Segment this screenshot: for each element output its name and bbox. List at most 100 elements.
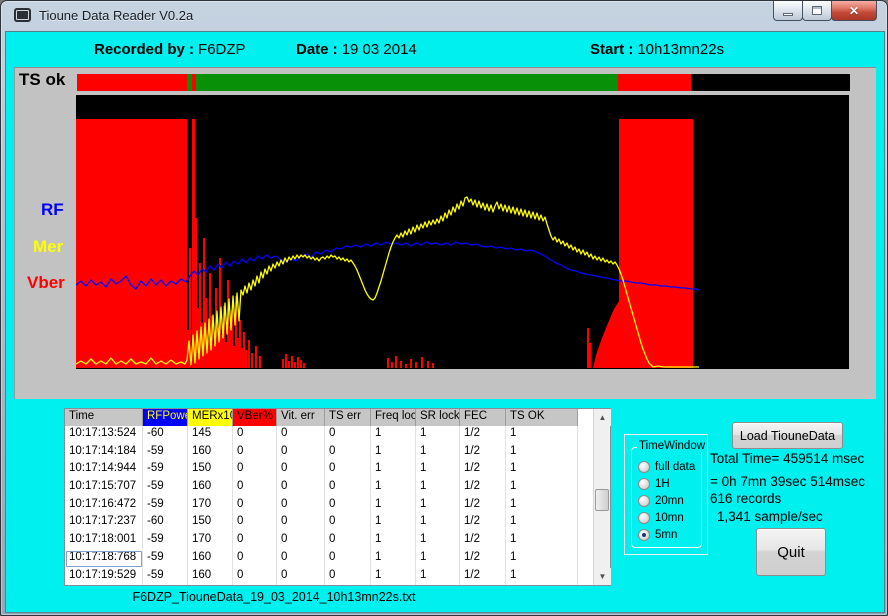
table-cell[interactable]: 1 (371, 550, 416, 568)
table-cell[interactable]: 160 (188, 550, 233, 568)
table-row[interactable]: 10:17:15:707-59160000111/21 (65, 479, 593, 497)
table-cell[interactable]: 0 (233, 461, 277, 479)
radio-option-10mn[interactable]: 10mn (638, 511, 684, 525)
table-cell[interactable]: -59 (143, 444, 188, 462)
radio-icon[interactable] (638, 478, 650, 490)
table-cell[interactable]: 10:17:17:237 (65, 514, 143, 532)
table-cell[interactable]: 170 (188, 532, 233, 550)
column-header-merx10[interactable]: MERx10 (188, 409, 233, 426)
table-cell[interactable]: 0 (325, 461, 371, 479)
column-header-vber-[interactable]: VBer% (233, 409, 277, 426)
table-cell[interactable]: 1/2 (460, 514, 506, 532)
table-cell[interactable]: 10:17:14:184 (65, 444, 143, 462)
table-cell[interactable]: 160 (188, 479, 233, 497)
table-row[interactable]: 10:17:18:768-59160000111/21 (65, 550, 593, 568)
table-cell[interactable]: 0 (233, 444, 277, 462)
table-cell[interactable]: -59 (143, 550, 188, 568)
radio-icon[interactable] (638, 529, 650, 541)
table-cell[interactable]: 145 (188, 426, 233, 444)
table-row[interactable]: 10:17:18:001-59170000111/21 (65, 532, 593, 550)
table-row[interactable]: 10:17:13:524-60145000111/21 (65, 426, 593, 444)
radio-option-1H[interactable]: 1H (638, 477, 670, 491)
table-cell[interactable]: 10:17:15:707 (65, 479, 143, 497)
table-cell[interactable]: 1 (371, 497, 416, 515)
column-header-rfpower[interactable]: RFPower (143, 409, 188, 426)
table-cell[interactable]: 1/2 (460, 426, 506, 444)
table-cell[interactable]: 1 (371, 461, 416, 479)
table-cell[interactable]: -59 (143, 568, 188, 586)
table-cell[interactable]: -59 (143, 461, 188, 479)
table-cell[interactable]: 1 (506, 550, 578, 568)
table-cell[interactable]: 0 (233, 532, 277, 550)
table-cell[interactable]: 160 (188, 444, 233, 462)
table-cell[interactable]: 1/2 (460, 532, 506, 550)
table-cell[interactable]: 1 (371, 444, 416, 462)
table-cell[interactable]: 160 (188, 568, 233, 586)
table-cell[interactable]: 1 (506, 532, 578, 550)
table-scrollbar[interactable]: ▲ ▼ (593, 409, 610, 585)
radio-icon[interactable] (638, 512, 650, 524)
table-cell[interactable]: 0 (277, 514, 325, 532)
radio-option-full-data[interactable]: full data (638, 460, 695, 474)
table-cell[interactable]: 1 (371, 532, 416, 550)
table-cell[interactable]: 0 (325, 532, 371, 550)
table-cell[interactable]: 0 (233, 426, 277, 444)
table-cell[interactable]: 10:17:13:524 (65, 426, 143, 444)
table-cell[interactable]: 1 (506, 426, 578, 444)
table-cell[interactable]: 150 (188, 461, 233, 479)
table-cell[interactable]: 1/2 (460, 550, 506, 568)
table-cell[interactable]: -59 (143, 497, 188, 515)
column-header-time[interactable]: Time (65, 409, 143, 426)
column-header-vit-err[interactable]: Vit. err (277, 409, 325, 426)
column-header-ts-err[interactable]: TS err (325, 409, 371, 426)
table-cell[interactable]: 0 (277, 461, 325, 479)
column-header-sr-lock[interactable]: SR lock (416, 409, 460, 426)
scroll-up-icon[interactable]: ▲ (594, 409, 611, 426)
scroll-down-icon[interactable]: ▼ (594, 568, 611, 585)
table-cell[interactable]: 1 (371, 479, 416, 497)
table-cell[interactable]: 150 (188, 514, 233, 532)
table-cell[interactable]: 0 (325, 568, 371, 586)
table-cell[interactable]: -59 (143, 532, 188, 550)
table-cell[interactable]: 1 (506, 444, 578, 462)
table-cell[interactable]: 10:17:14:944 (65, 461, 143, 479)
table-cell[interactable]: 1 (371, 568, 416, 586)
table-cell[interactable]: 1 (371, 426, 416, 444)
minimize-button[interactable] (773, 1, 803, 21)
scrollbar-thumb[interactable] (595, 489, 609, 511)
column-header-freq-lock[interactable]: Freq lock (371, 409, 416, 426)
table-cell[interactable]: 1/2 (460, 497, 506, 515)
table-cell[interactable]: -60 (143, 514, 188, 532)
table-cell[interactable]: 0 (277, 497, 325, 515)
table-cell[interactable]: 0 (277, 479, 325, 497)
table-cell[interactable]: 1/2 (460, 568, 506, 586)
table-cell[interactable]: 0 (277, 568, 325, 586)
table-cell[interactable]: -60 (143, 426, 188, 444)
radio-icon[interactable] (638, 495, 650, 507)
table-cell[interactable]: 1 (416, 479, 460, 497)
table-cell[interactable]: 0 (233, 514, 277, 532)
radio-option-5mn[interactable]: 5mn (638, 528, 677, 542)
table-cell[interactable]: 0 (325, 550, 371, 568)
table-cell[interactable]: 1 (506, 514, 578, 532)
table-cell[interactable]: 0 (233, 479, 277, 497)
table-row[interactable]: 10:17:16:472-59170000111/21 (65, 497, 593, 515)
table-cell[interactable]: 10:17:16:472 (65, 497, 143, 515)
table-cell[interactable]: 1 (416, 568, 460, 586)
table-cell[interactable]: 1 (371, 514, 416, 532)
table-cell[interactable]: 1 (416, 497, 460, 515)
quit-button[interactable]: Quit (756, 528, 826, 576)
load-tioune-data-button[interactable]: Load TiouneData (732, 422, 843, 449)
table-cell[interactable]: 1/2 (460, 461, 506, 479)
table-row[interactable]: 10:17:14:184-59160000111/21 (65, 444, 593, 462)
close-button[interactable]: ✕ (831, 1, 877, 21)
table-cell[interactable]: 1 (416, 532, 460, 550)
column-header-ts-ok[interactable]: TS OK (506, 409, 578, 426)
table-cell[interactable]: 10:17:18:001 (65, 532, 143, 550)
radio-icon[interactable] (638, 461, 650, 473)
table-cell[interactable]: 0 (233, 497, 277, 515)
table-row[interactable]: 10:17:17:237-60150000111/21 (65, 514, 593, 532)
table-cell[interactable]: 0 (277, 550, 325, 568)
table-cell[interactable]: 1 (506, 461, 578, 479)
title-bar[interactable]: Tioune Data Reader V0.2a ✕ (1, 1, 887, 31)
